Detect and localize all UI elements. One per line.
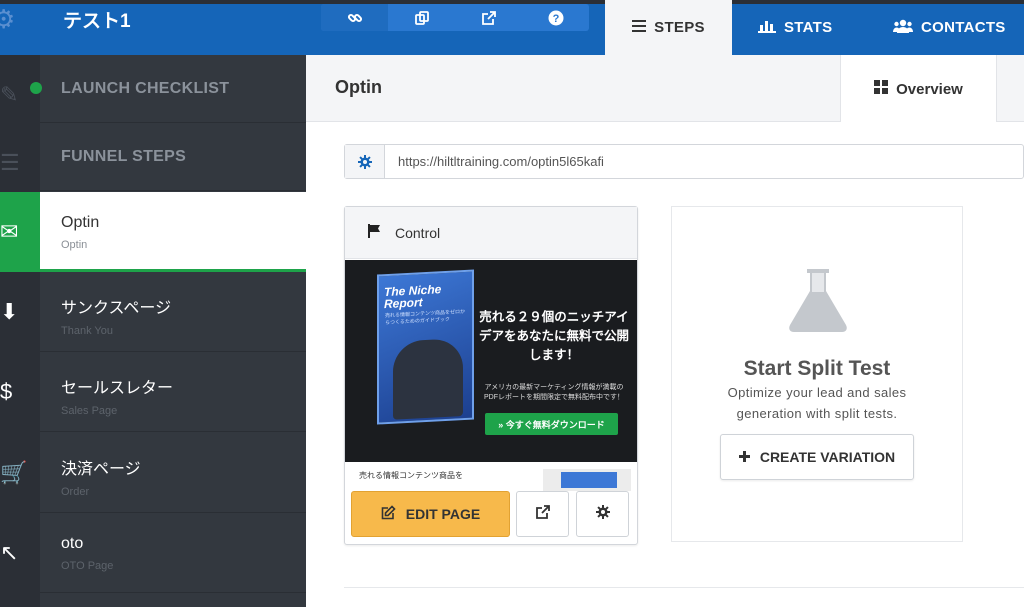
envelope-icon[interactable]: ✉ bbox=[0, 192, 40, 272]
link-icon[interactable] bbox=[321, 4, 388, 31]
page-preview-thumbnail[interactable]: The Niche Report 売れる情報コンテンツ商品をゼロからつくるための… bbox=[345, 260, 637, 462]
control-variation-card: Control The Niche Report 売れる情報コンテンツ商品をゼロ… bbox=[344, 206, 638, 545]
top-navbar: ⚙ テスト1 ? STEPS STATS CONTACTS bbox=[0, 0, 1024, 55]
tab-overview[interactable]: Overview bbox=[840, 55, 997, 123]
control-header: Control bbox=[345, 207, 637, 259]
gear-icon bbox=[595, 504, 610, 524]
split-desc-line-2: generation with split tests. bbox=[736, 406, 898, 421]
step-header: Optin Overview bbox=[306, 55, 1024, 123]
sidebar-item-order[interactable]: 決済ページ Order bbox=[40, 433, 306, 513]
preview-lower-thumb bbox=[543, 469, 631, 491]
preview-lower-section: 売れる情報コンテンツ商品を bbox=[345, 462, 637, 491]
users-icon bbox=[893, 19, 913, 37]
split-test-panel: Start Split Test Optimize your lead and … bbox=[671, 206, 963, 542]
funnel-title: テスト1 bbox=[63, 11, 131, 32]
download-icon[interactable]: ⬇ bbox=[0, 272, 40, 352]
page-url[interactable]: https://hiltltraining.com/optin5l65kafi bbox=[398, 154, 604, 169]
tab-overview-label: Overview bbox=[896, 80, 963, 98]
svg-text:?: ? bbox=[552, 13, 559, 25]
step-name: セールスレター bbox=[61, 380, 174, 397]
preview-lower-text: 売れる情報コンテンツ商品を bbox=[359, 471, 463, 480]
step-type: Optin bbox=[61, 239, 88, 251]
step-name: Optin bbox=[61, 214, 100, 231]
divider bbox=[344, 587, 1024, 588]
create-variation-button[interactable]: CREATE VARIATION bbox=[720, 434, 914, 480]
menu-icon bbox=[632, 19, 647, 36]
preview-cta-button: » 今すぐ無料ダウンロード bbox=[485, 413, 618, 435]
icon-rail: ✎ ☰ ✉ ⬇ $ 🛒 ↖ bbox=[0, 55, 40, 607]
url-settings-gear-icon[interactable] bbox=[345, 145, 385, 178]
edit-icon bbox=[381, 505, 396, 523]
tab-stats-label: STATS bbox=[784, 19, 833, 36]
page-url-field[interactable]: https://hiltltraining.com/optin5l65kafi bbox=[344, 144, 1024, 179]
author-photo bbox=[393, 338, 463, 420]
funnel-actions-group: ? bbox=[321, 4, 589, 31]
settings-gear-icon[interactable]: ⚙ bbox=[0, 6, 18, 32]
tab-steps[interactable]: STEPS bbox=[605, 0, 732, 55]
funnel-steps-header[interactable]: FUNNEL STEPS bbox=[40, 123, 306, 191]
funnel-steps-label: FUNNEL STEPS bbox=[61, 147, 187, 165]
plus-icon bbox=[738, 449, 750, 465]
external-link-icon[interactable] bbox=[455, 4, 522, 31]
sidebar-item-oto[interactable]: oto OTO Page bbox=[40, 513, 306, 593]
flask-icon bbox=[787, 267, 849, 338]
step-name: oto bbox=[61, 535, 84, 552]
grid-icon bbox=[874, 80, 889, 98]
step-name: 決済ページ bbox=[61, 461, 141, 478]
preview-subtext: アメリカの最新マーケティング情報が満載のPDFレポートを期間限定で無料配布中です… bbox=[484, 384, 624, 401]
external-link-icon bbox=[535, 504, 551, 525]
tab-steps-label: STEPS bbox=[654, 19, 705, 36]
sidebar-item-sales-letter[interactable]: セールスレター Sales Page bbox=[40, 352, 306, 432]
sidebar-item-thank-you[interactable]: サンクスページ Thank You bbox=[40, 272, 306, 352]
create-variation-label: CREATE VARIATION bbox=[759, 449, 896, 465]
arrow-icon[interactable]: ↖ bbox=[0, 513, 40, 593]
split-test-description: Optimize your lead and sales generation … bbox=[672, 382, 962, 424]
page-title: Optin bbox=[335, 77, 382, 97]
edit-page-label: EDIT PAGE bbox=[405, 506, 481, 522]
cart-icon[interactable]: 🛒 bbox=[0, 433, 40, 513]
help-icon[interactable]: ? bbox=[522, 4, 589, 31]
funnel-sidebar: LAUNCH CHECKLIST FUNNEL STEPS Optin Opti… bbox=[30, 55, 306, 607]
tab-contacts[interactable]: CONTACTS bbox=[893, 0, 1006, 55]
edit-page-button[interactable]: EDIT PAGE bbox=[351, 491, 510, 537]
book-title: The Niche Report bbox=[384, 282, 442, 312]
step-type: Sales Page bbox=[61, 405, 118, 417]
sidebar-item-optin[interactable]: Optin Optin bbox=[40, 192, 306, 272]
launch-checklist-label: LAUNCH CHECKLIST bbox=[61, 79, 230, 97]
step-type: Thank You bbox=[61, 325, 113, 337]
list-icon[interactable]: ☰ bbox=[0, 123, 40, 203]
step-type: Order bbox=[61, 486, 90, 498]
flag-icon bbox=[367, 224, 381, 241]
control-label: Control bbox=[395, 224, 441, 241]
tab-contacts-label: CONTACTS bbox=[921, 19, 1006, 36]
bar-chart-icon bbox=[758, 19, 776, 37]
tab-stats[interactable]: STATS bbox=[758, 0, 832, 55]
step-type: OTO Page bbox=[61, 560, 114, 572]
step-name: サンクスページ bbox=[61, 300, 172, 317]
copy-icon[interactable] bbox=[388, 4, 455, 31]
status-dot bbox=[30, 82, 42, 94]
open-page-button[interactable] bbox=[516, 491, 569, 537]
split-desc-line-1: Optimize your lead and sales bbox=[727, 385, 907, 400]
report-book-image: The Niche Report 売れる情報コンテンツ商品をゼロからつくるための… bbox=[377, 269, 474, 425]
launch-checklist[interactable]: LAUNCH CHECKLIST bbox=[30, 55, 306, 123]
dollar-icon[interactable]: $ bbox=[0, 352, 40, 432]
split-test-title: Start Split Test bbox=[743, 357, 891, 380]
page-settings-button[interactable] bbox=[576, 491, 629, 537]
preview-headline: 売れる２９個のニッチアイデアをあなたに無料で公開します！ bbox=[479, 310, 630, 362]
